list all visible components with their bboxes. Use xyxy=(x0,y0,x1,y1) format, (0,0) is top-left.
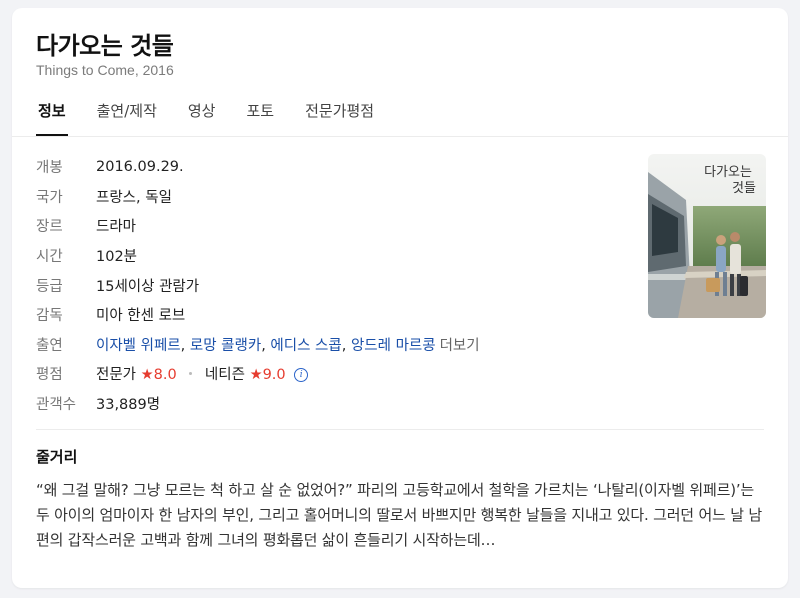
star-icon: ★ xyxy=(140,367,154,384)
info-icon[interactable]: i xyxy=(294,368,309,383)
netizen-score-value: 9.0 xyxy=(262,367,286,384)
info-row-country: 국가 프랑스, 독일 xyxy=(36,182,626,212)
critic-score-value: 8.0 xyxy=(153,367,177,384)
tab-critic-reviews[interactable]: 전문가평점 xyxy=(303,100,376,136)
info-row-audience: 관객수 33,889명 xyxy=(36,389,626,419)
country-value: 프랑스, 독일 xyxy=(96,189,172,206)
info-row-score: 평점 전문가 ★8.0 네티즌 ★9.0 i xyxy=(36,359,626,389)
runtime-label: 시간 xyxy=(36,249,63,266)
director-link[interactable]: 미아 한센 로브 xyxy=(96,304,185,325)
audience-label: 관객수 xyxy=(36,397,77,414)
genre-value: 드라마 xyxy=(96,219,137,236)
audience-value: 33,889명 xyxy=(96,397,161,414)
rating-value: 15세이상 관람가 xyxy=(96,278,200,295)
tabs-divider xyxy=(12,136,788,137)
poster-title-line1: 다가오는 xyxy=(704,165,752,180)
synopsis-title: 줄거리 xyxy=(36,448,78,466)
country-label: 국가 xyxy=(36,189,63,206)
poster-image: 다가오는 것들 xyxy=(648,154,766,318)
info-row-cast: 출연 이자벨 위페르, 로망 콜랭카, 에디스 스콥, 앙드레 마르콩 더보기 xyxy=(36,330,626,360)
movie-poster[interactable]: 다가오는 것들 xyxy=(648,154,766,318)
comma-separator: , xyxy=(341,337,351,354)
cast-link-2[interactable]: 로망 콜랭카 xyxy=(190,338,261,354)
star-icon: ★ xyxy=(249,367,263,384)
cast-link-1[interactable]: 이자벨 위페르 xyxy=(96,338,181,354)
tab-bar: 정보 출연/제작 영상 포토 전문가평점 xyxy=(36,100,788,136)
rating-label: 등급 xyxy=(36,278,63,295)
poster-title-line2: 것들 xyxy=(732,181,756,196)
tab-video[interactable]: 영상 xyxy=(186,100,218,136)
info-row-genre: 장르 드라마 xyxy=(36,211,626,241)
critic-score-label: 전문가 xyxy=(96,367,137,384)
genre-label: 장르 xyxy=(36,219,63,236)
section-divider xyxy=(36,429,764,430)
release-value: 2016.09.29. xyxy=(96,158,184,175)
cast-more-link[interactable]: 더보기 xyxy=(440,338,480,354)
movie-info-card: 다가오는 것들 Things to Come, 2016 정보 출연/제작 영상… xyxy=(12,8,788,588)
info-row-rating: 등급 15세이상 관람가 xyxy=(36,270,626,300)
cast-label: 출연 xyxy=(36,337,63,354)
cast-link-4[interactable]: 앙드레 마르콩 xyxy=(351,338,436,354)
director-label: 감독 xyxy=(36,308,63,325)
info-row-runtime: 시간 102분 xyxy=(36,241,626,271)
netizen-score-label: 네티즌 xyxy=(204,367,245,384)
synopsis-text: “왜 그걸 말해? 그냥 모르는 척 하고 살 순 없었어?” 파리의 고등학교… xyxy=(36,481,762,549)
info-row-release: 개봉 2016.09.29. xyxy=(36,152,626,182)
info-list: 개봉 2016.09.29. 국가 프랑스, 독일 장르 드라마 시간 102분… xyxy=(36,152,626,418)
release-label: 개봉 xyxy=(36,160,63,177)
movie-subtitle: Things to Come, 2016 xyxy=(36,62,174,78)
tab-cast-crew[interactable]: 출연/제작 xyxy=(95,100,159,136)
cast-link-3[interactable]: 에디스 스콥 xyxy=(270,338,341,354)
movie-title: 다가오는 것들 xyxy=(36,32,174,60)
tab-info[interactable]: 정보 xyxy=(36,100,68,136)
runtime-value: 102분 xyxy=(96,249,138,266)
comma-separator: , xyxy=(180,337,190,354)
dot-separator xyxy=(189,372,193,376)
score-label: 평점 xyxy=(36,367,63,384)
tab-photo[interactable]: 포토 xyxy=(244,100,276,136)
info-row-director: 감독 미아 한센 로브 xyxy=(36,300,626,330)
